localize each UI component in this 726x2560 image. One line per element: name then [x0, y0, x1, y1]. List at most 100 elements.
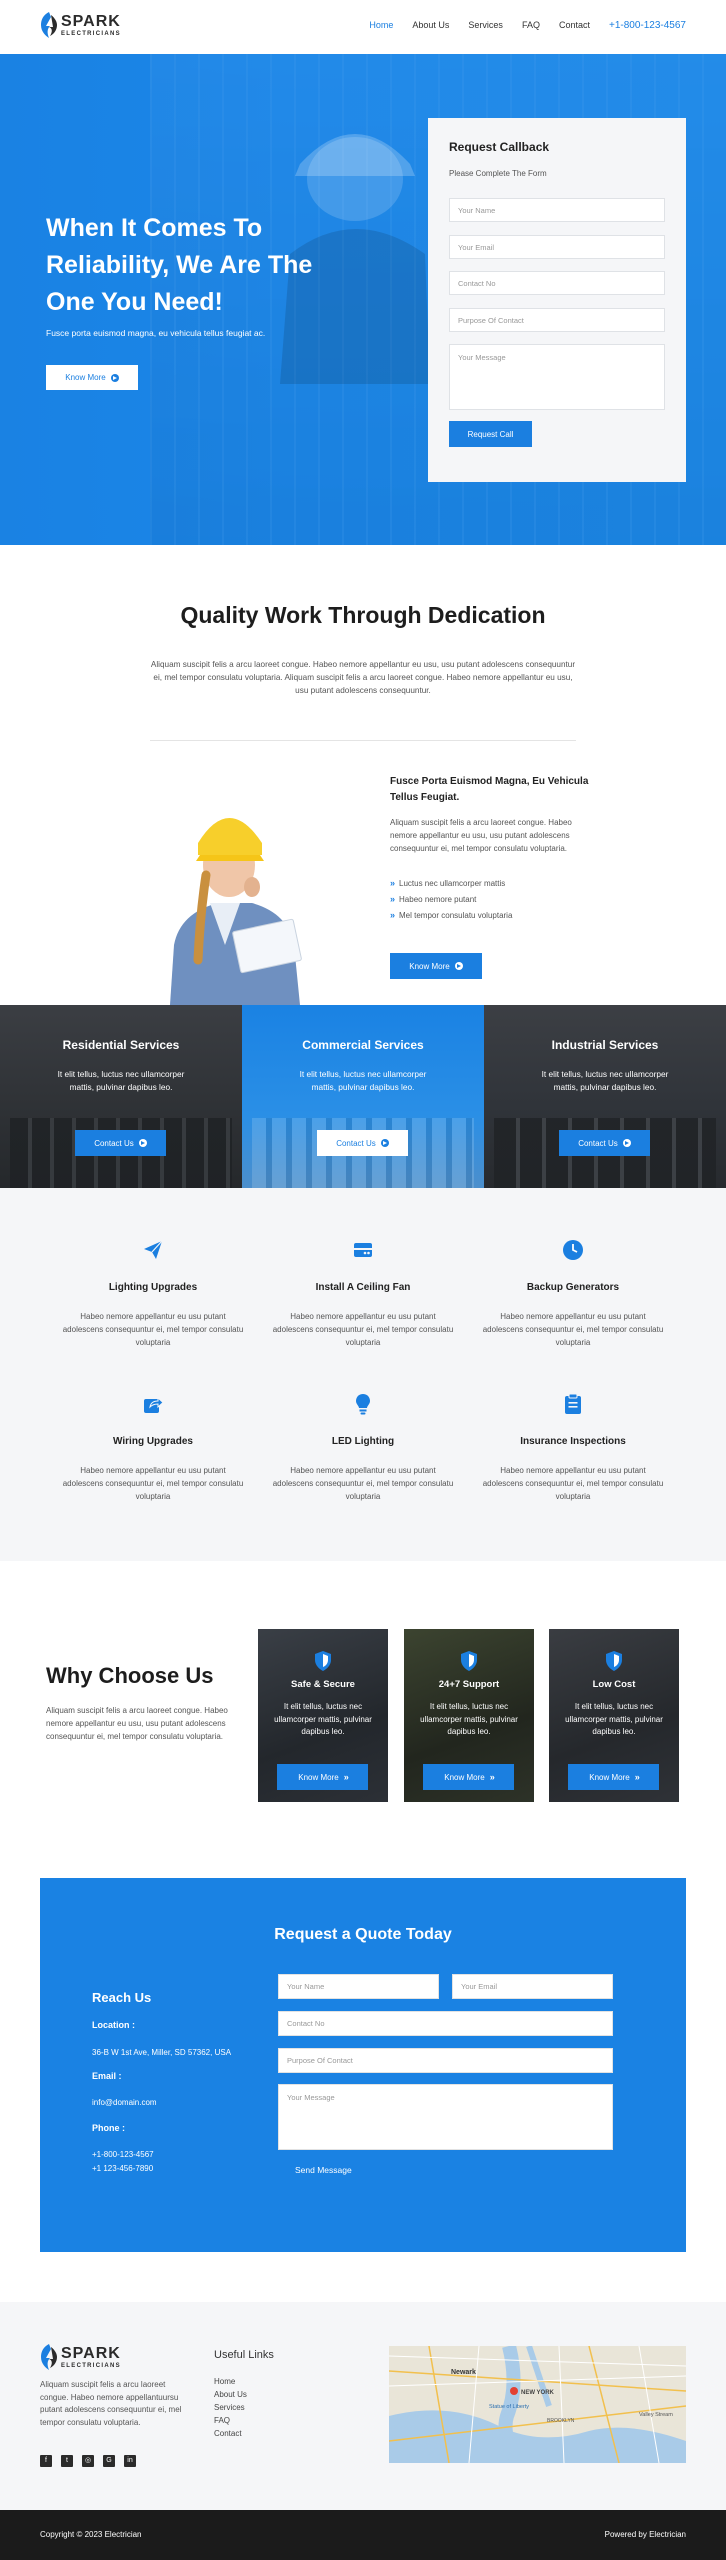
- double-chevron-icon: »: [390, 878, 395, 888]
- footer-link-contact[interactable]: Contact: [214, 2427, 247, 2440]
- service-card-residential: Residential Services It elit tellus, luc…: [0, 1005, 242, 1188]
- feature-item: Insurance Inspections Habeo nemore appel…: [478, 1393, 668, 1503]
- logo-tagline: ELECTRICIANS: [61, 2362, 121, 2369]
- feature-know-more-button[interactable]: Know More: [390, 953, 482, 979]
- why-card: Safe & Secure It elit tellus, luctus nec…: [258, 1629, 388, 1802]
- double-chevron-icon: »: [390, 910, 395, 920]
- contact-us-button[interactable]: Contact Us: [75, 1130, 166, 1156]
- footer-logo[interactable]: SPARK ELECTRICIANS: [40, 2344, 121, 2370]
- request-call-button[interactable]: Request Call: [449, 421, 532, 447]
- quote-email-input[interactable]: Your Email: [452, 1974, 613, 1999]
- useful-links-title: Useful Links: [214, 2349, 274, 2361]
- logo-name: SPARK: [61, 12, 121, 30]
- check-item-label: Luctus nec ullamcorper mattis: [399, 878, 506, 888]
- why-know-more-button[interactable]: Know More »: [277, 1764, 368, 1790]
- why-card-title: Safe & Secure: [291, 1679, 355, 1690]
- footer-link-home[interactable]: Home: [214, 2375, 247, 2388]
- feature-item-title: Lighting Upgrades: [108, 1282, 198, 1293]
- why-know-more-button[interactable]: Know More »: [423, 1764, 514, 1790]
- callback-email-input[interactable]: Your Email: [449, 235, 665, 259]
- contact-us-button[interactable]: Contact Us: [317, 1130, 408, 1156]
- feature-text: Aliquam suscipit felis a arcu laoreet co…: [390, 818, 572, 853]
- email-value[interactable]: info@domain.com: [92, 2096, 157, 2109]
- why-text: Aliquam suscipit felis a arcu laoreet co…: [46, 1706, 228, 1741]
- why-card-text: It elit tellus, luctus nec ullamcorper m…: [274, 1702, 372, 1736]
- callback-message-textarea[interactable]: Your Message: [449, 344, 665, 410]
- feature-item-text: Habeo nemore appellantur eu usu putant a…: [62, 1466, 244, 1501]
- why-card-text: It elit tellus, luctus nec ullamcorper m…: [565, 1702, 663, 1736]
- feature-item-title: Insurance Inspections: [520, 1436, 626, 1447]
- why-card: 24+7 Support It elit tellus, luctus nec …: [404, 1629, 534, 1802]
- site-logo[interactable]: SPARK ELECTRICIANS: [40, 12, 121, 38]
- phone-label: Phone :: [92, 2123, 125, 2133]
- nav-contact[interactable]: Contact: [559, 20, 590, 31]
- footer-link-about[interactable]: About Us: [214, 2388, 247, 2401]
- shield-icon: [606, 1651, 622, 1671]
- feature-item-title: LED Lighting: [331, 1436, 395, 1447]
- clipboard-icon: [565, 1393, 581, 1414]
- quote-name-input[interactable]: Your Name: [278, 1974, 439, 1999]
- footer-link-services[interactable]: Services: [214, 2401, 247, 2414]
- feature-button-label: Know More: [409, 961, 450, 971]
- arrow-circle-icon: [138, 1139, 147, 1147]
- quote-section: Request a Quote Today Reach Us Location …: [40, 1878, 686, 2252]
- callback-subtitle: Please Complete The Form: [449, 169, 547, 178]
- contact-us-label: Contact Us: [94, 1138, 134, 1148]
- site-header: SPARK ELECTRICIANS Home About Us Service…: [0, 0, 726, 54]
- quote-purpose-input[interactable]: Purpose Of Contact: [278, 2048, 613, 2073]
- share-icon: [144, 1396, 164, 1413]
- feature-item-text: Habeo nemore appellantur eu usu putant a…: [272, 1466, 454, 1501]
- double-chevron-icon: »: [634, 1772, 640, 1782]
- feature-item-title: Backup Generators: [526, 1282, 620, 1293]
- nav-home[interactable]: Home: [369, 20, 393, 31]
- service-card-commercial: Commercial Services It elit tellus, luct…: [242, 1005, 484, 1188]
- hero-headline: When It Comes To Reliability, We Are The…: [46, 214, 313, 316]
- feature-item: LED Lighting Habeo nemore appellantur eu…: [268, 1393, 458, 1503]
- clock-icon: [563, 1240, 583, 1260]
- feature-item-title: Wiring Upgrades: [113, 1436, 193, 1447]
- why-know-more-button[interactable]: Know More »: [568, 1764, 659, 1790]
- why-button-label: Know More: [444, 1772, 485, 1782]
- twitter-icon[interactable]: t: [61, 2455, 73, 2467]
- send-message-button[interactable]: Send Message: [295, 2165, 352, 2175]
- check-item-label: Mel tempor consulatu voluptaria: [399, 910, 513, 920]
- arrow-circle-icon: [110, 373, 119, 382]
- callback-title: Request Callback: [449, 140, 550, 154]
- callback-purpose-input[interactable]: Purpose Of Contact: [449, 308, 665, 332]
- shield-icon: [315, 1651, 331, 1671]
- quality-text: Aliquam suscipit felis a arcu laoreet co…: [150, 660, 576, 695]
- why-card-text: It elit tellus, luctus nec ullamcorper m…: [420, 1702, 518, 1736]
- bolt-logo-icon: [41, 12, 57, 38]
- hero-know-more-button[interactable]: Know More: [46, 365, 138, 390]
- map-label-new-york: NEW YORK: [521, 2390, 555, 2396]
- facebook-icon[interactable]: f: [40, 2455, 52, 2467]
- nav-about[interactable]: About Us: [412, 20, 449, 31]
- site-footer: SPARK ELECTRICIANS Aliquam suscipit feli…: [0, 2302, 726, 2510]
- contact-us-label: Contact Us: [578, 1138, 618, 1148]
- nav-services[interactable]: Services: [468, 20, 503, 31]
- phone-value-1[interactable]: +1-800-123-4567: [92, 2148, 154, 2161]
- footer-link-faq[interactable]: FAQ: [214, 2414, 247, 2427]
- location-map[interactable]: Newark NEW YORK Statue of Liberty BROOKL…: [389, 2346, 686, 2463]
- callback-contact-input[interactable]: Contact No: [449, 271, 665, 295]
- callback-name-input[interactable]: Your Name: [449, 198, 665, 222]
- nav-faq[interactable]: FAQ: [522, 20, 540, 31]
- arrow-circle-icon: [454, 962, 463, 970]
- service-card-industrial: Industrial Services It elit tellus, luct…: [484, 1005, 726, 1188]
- instagram-icon[interactable]: ◎: [82, 2455, 94, 2467]
- quote-message-textarea[interactable]: Your Message: [278, 2084, 613, 2150]
- check-item: » Habeo nemore putant: [390, 894, 476, 904]
- contact-us-label: Contact Us: [336, 1138, 376, 1148]
- hero-button-label: Know More: [65, 373, 106, 382]
- double-chevron-icon: »: [390, 894, 395, 904]
- nav-phone[interactable]: +1-800-123-4567: [609, 20, 686, 31]
- linkedin-icon[interactable]: in: [124, 2455, 136, 2467]
- double-chevron-icon: »: [343, 1772, 349, 1782]
- quote-contact-input[interactable]: Contact No: [278, 2011, 613, 2036]
- check-item-label: Habeo nemore putant: [399, 894, 477, 904]
- google-icon[interactable]: G: [103, 2455, 115, 2467]
- contact-us-button[interactable]: Contact Us: [559, 1130, 650, 1156]
- email-label: Email :: [92, 2071, 122, 2081]
- map-label-brooklyn: BROOKLYN: [547, 2418, 575, 2424]
- phone-value-2[interactable]: +1 123-456-7890: [92, 2162, 153, 2175]
